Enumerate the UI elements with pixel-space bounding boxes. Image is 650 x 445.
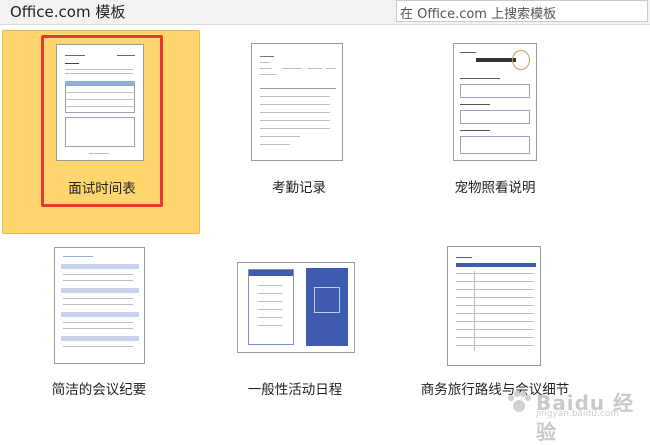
template-thumbnail xyxy=(54,247,145,364)
watermark-sub: jingyan.baidu.com xyxy=(536,409,620,419)
template-thumbnail xyxy=(453,43,537,161)
section-title: Office.com 模板 xyxy=(10,3,126,21)
template-label: 考勤记录 xyxy=(272,180,326,196)
template-tile-attendance-record[interactable]: 考勤记录 xyxy=(200,30,398,234)
template-label: 简洁的会议纪要 xyxy=(51,382,147,398)
template-thumbnail xyxy=(237,262,355,353)
template-tile-pet-care[interactable]: 宠物照看说明 xyxy=(396,30,594,234)
template-header: Office.com 模板 在 Office.com 上搜索模板 xyxy=(0,0,650,25)
template-tile-concise-meeting-minutes[interactable]: 简洁的会议纪要 xyxy=(0,236,198,440)
baidu-watermark: Baidu 经验 jingyan.baidu.com xyxy=(502,381,650,444)
paw-icon xyxy=(508,391,531,412)
template-label: 宠物照看说明 xyxy=(454,180,536,196)
search-input[interactable]: 在 Office.com 上搜索模板 xyxy=(396,0,648,22)
template-thumbnail xyxy=(447,246,541,366)
template-thumbnail xyxy=(251,43,343,161)
template-tile-general-event-agenda[interactable]: 一般性活动日程 xyxy=(196,236,394,440)
template-label: 一般性活动日程 xyxy=(247,382,343,398)
selection-highlight-box xyxy=(41,35,163,207)
